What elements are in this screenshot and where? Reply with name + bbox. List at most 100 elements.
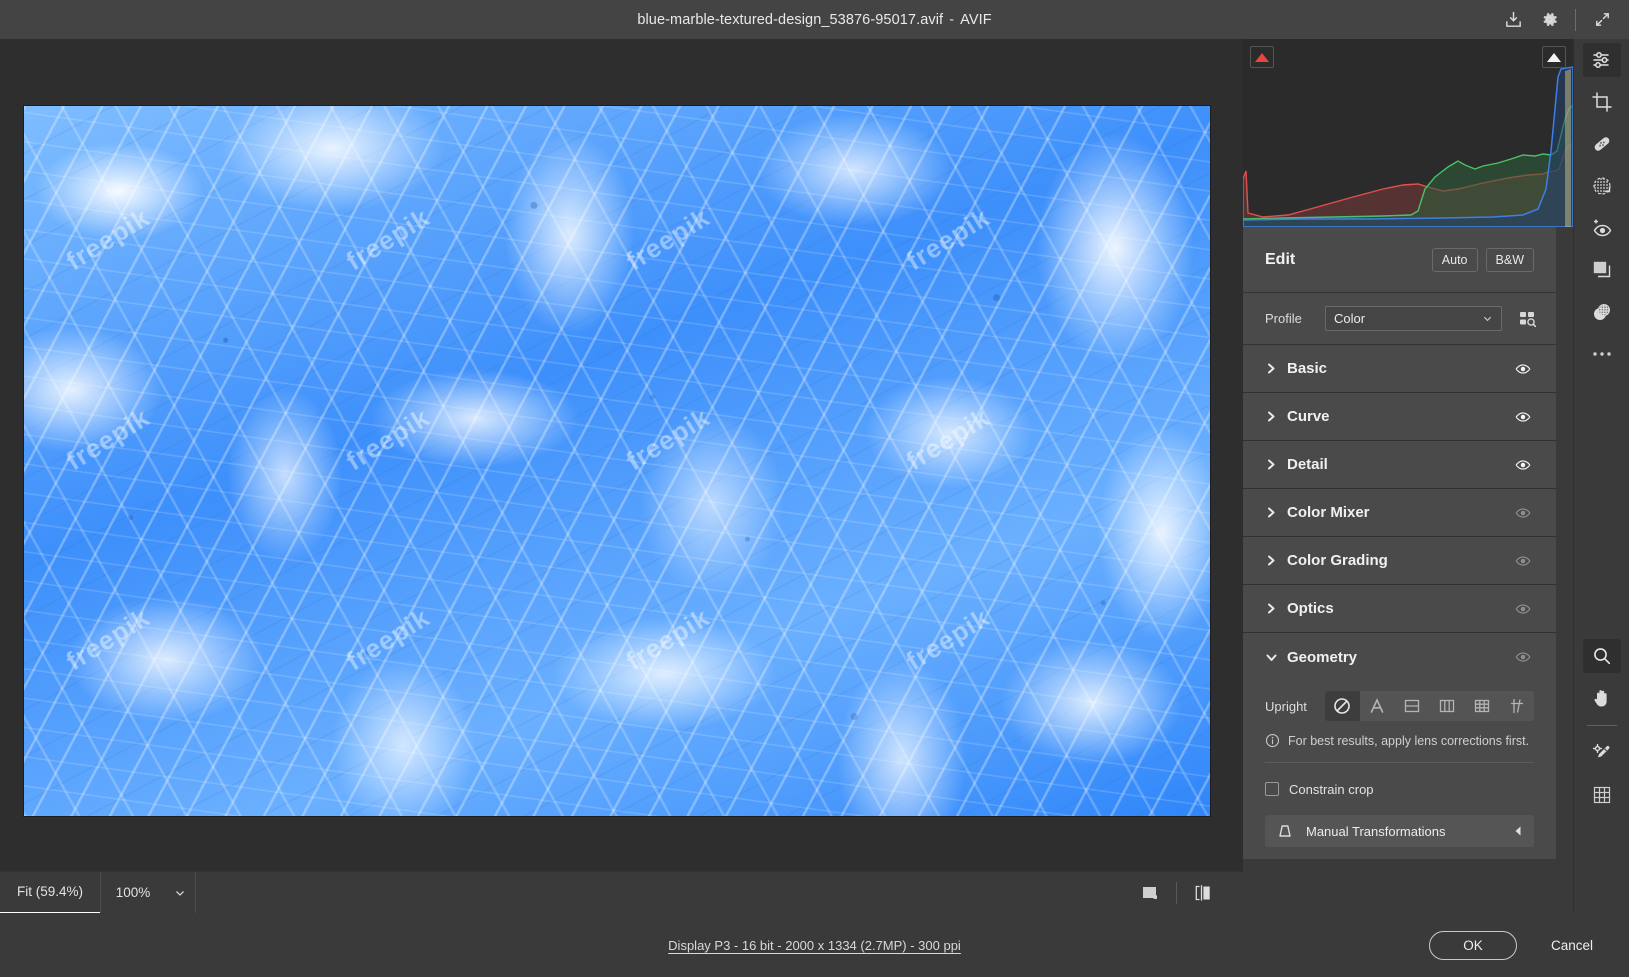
grid-toggle-icon[interactable] xyxy=(1574,774,1629,816)
red-eye-icon[interactable] xyxy=(1574,207,1629,249)
preferences-gear-icon[interactable] xyxy=(1532,4,1566,36)
title-bar: blue-marble-textured-design_53876-95017.… xyxy=(0,0,1629,39)
histogram[interactable] xyxy=(1243,39,1573,227)
window-title-separator: - xyxy=(949,11,955,28)
section-header-curve[interactable]: Curve xyxy=(1243,393,1556,441)
camera-raw-window: blue-marble-textured-design_53876-95017.… xyxy=(0,0,1629,977)
geometry-divider xyxy=(1265,762,1534,763)
section-header-color-grading[interactable]: Color Grading xyxy=(1243,537,1556,585)
upright-level-button[interactable] xyxy=(1395,691,1430,721)
image-info-link[interactable]: Display P3 - 16 bit - 2000 x 1334 (2.7MP… xyxy=(0,938,1629,953)
section-visibility-eye-icon[interactable] xyxy=(1512,358,1534,380)
edit-header-buttons: Auto B&W xyxy=(1431,247,1534,272)
chevron-right-icon xyxy=(1265,458,1283,471)
fullscreen-toggle-icon[interactable] xyxy=(1585,4,1619,36)
geometry-panel-body: Upright For best results, apply lens cor… xyxy=(1243,681,1556,859)
shadow-clipping-warning[interactable] xyxy=(1250,46,1274,68)
constrain-crop-checkbox[interactable] xyxy=(1265,782,1279,796)
zoom-preset-button[interactable]: 100% xyxy=(101,872,165,914)
section-header-detail[interactable]: Detail xyxy=(1243,441,1556,489)
manual-transformations-label: Manual Transformations xyxy=(1306,823,1446,839)
section-header-basic[interactable]: Basic xyxy=(1243,345,1556,393)
section-header-optics[interactable]: Optics xyxy=(1243,585,1556,633)
chevron-down-icon xyxy=(1265,651,1283,664)
auto-button[interactable]: Auto xyxy=(1431,247,1478,272)
upright-auto-button[interactable] xyxy=(1360,691,1395,721)
highlight-clipping-warning[interactable] xyxy=(1542,46,1566,68)
upright-guided-button[interactable] xyxy=(1499,691,1534,721)
save-image-icon[interactable] xyxy=(1496,4,1530,36)
manual-transformations-row[interactable]: Manual Transformations xyxy=(1265,815,1534,847)
tool-rail-divider xyxy=(1587,725,1617,726)
zoom-fit-button[interactable]: Fit (59.4%) xyxy=(0,872,100,914)
constrain-crop-row[interactable]: Constrain crop xyxy=(1265,775,1534,803)
upright-full-button[interactable] xyxy=(1464,691,1499,721)
image-preview[interactable]: freepik freepik freepik freepik freepik freep… xyxy=(24,106,1210,816)
image-canvas-area[interactable]: freepik freepik freepik freepik freepik freep… xyxy=(0,39,1243,871)
profile-row: Profile Color xyxy=(1243,293,1556,345)
titlebar-divider xyxy=(1575,8,1576,31)
section-label: Geometry xyxy=(1287,648,1358,666)
crop-icon[interactable] xyxy=(1574,81,1629,123)
chevron-right-icon xyxy=(1265,362,1283,375)
profile-label: Profile xyxy=(1265,311,1302,326)
section-visibility-eye-icon[interactable] xyxy=(1512,454,1534,476)
white-balance-icon[interactable] xyxy=(1574,732,1629,774)
section-label: Basic xyxy=(1287,360,1328,377)
browse-profiles-icon[interactable] xyxy=(1514,306,1540,332)
edit-title: Edit xyxy=(1265,250,1296,268)
geometry-hint: For best results, apply lens corrections… xyxy=(1265,727,1534,758)
zoom-dropdown-chevron-icon[interactable] xyxy=(165,872,195,914)
zoom-tool-icon[interactable] xyxy=(1574,635,1629,677)
section-visibility-eye-icon[interactable] xyxy=(1512,598,1534,620)
constrain-crop-label: Constrain crop xyxy=(1289,781,1374,797)
section-visibility-eye-icon[interactable] xyxy=(1512,502,1534,524)
upright-off-button[interactable] xyxy=(1324,691,1360,721)
histogram-plot xyxy=(1243,66,1573,227)
chevron-right-icon xyxy=(1265,602,1283,615)
ok-button[interactable]: OK xyxy=(1428,930,1517,960)
section-visibility-eye-icon[interactable] xyxy=(1512,406,1534,428)
profile-selected-value: Color xyxy=(1334,311,1366,326)
edit-panel: Edit Auto B&W Profile Color Basic Curve … xyxy=(1243,39,1573,871)
bw-button[interactable]: B&W xyxy=(1485,247,1534,272)
healing-brush-icon[interactable] xyxy=(1574,123,1629,165)
geometry-hint-text: For best results, apply lens corrections… xyxy=(1288,733,1530,748)
more-options-icon[interactable] xyxy=(1574,333,1629,375)
section-visibility-eye-icon[interactable] xyxy=(1512,550,1534,572)
section-header-color-mixer[interactable]: Color Mixer xyxy=(1243,489,1556,537)
masking-icon[interactable] xyxy=(1574,165,1629,207)
edit-header: Edit Auto B&W xyxy=(1243,227,1556,293)
hand-tool-icon[interactable] xyxy=(1574,677,1629,719)
chevron-right-icon xyxy=(1265,410,1283,423)
section-label: Color Grading xyxy=(1287,552,1388,569)
tool-rail-spacer xyxy=(1574,375,1629,635)
upright-label: Upright xyxy=(1265,698,1307,714)
upright-vertical-button[interactable] xyxy=(1429,691,1464,721)
edit-sliders-icon[interactable] xyxy=(1574,39,1629,81)
window-title-filename: blue-marble-textured-design_53876-95017.… xyxy=(637,11,944,28)
chevron-right-icon xyxy=(1265,554,1283,567)
section-header-geometry[interactable]: Geometry xyxy=(1243,633,1556,681)
cancel-button[interactable]: Cancel xyxy=(1539,933,1605,958)
edit-panel-scroll-region: Edit Auto B&W Profile Color Basic Curve … xyxy=(1243,227,1556,871)
section-visibility-eye-icon[interactable] xyxy=(1512,646,1534,668)
info-icon xyxy=(1265,733,1280,748)
chevron-right-icon xyxy=(1265,506,1283,519)
profile-select[interactable]: Color xyxy=(1325,306,1502,331)
window-title-format: AVIF xyxy=(960,11,992,28)
snapshots-icon[interactable] xyxy=(1574,291,1629,333)
before-after-view-icon[interactable] xyxy=(1185,878,1221,908)
edit-sections-list: Basic Curve Detail Color Mixer Color Gra… xyxy=(1243,345,1556,859)
section-label: Curve xyxy=(1287,408,1330,425)
collapse-left-arrow-icon[interactable] xyxy=(1512,825,1524,837)
dialog-buttons: OK Cancel xyxy=(1428,930,1605,960)
view-mode-divider xyxy=(1176,881,1177,904)
image-preview-texture xyxy=(24,106,1210,816)
upright-button-group xyxy=(1324,691,1534,721)
zoombar-divider-2 xyxy=(195,871,196,914)
view-mode-group xyxy=(1132,878,1243,908)
upright-row: Upright xyxy=(1265,685,1534,727)
presets-icon[interactable] xyxy=(1574,249,1629,291)
single-view-icon[interactable] xyxy=(1132,878,1168,908)
